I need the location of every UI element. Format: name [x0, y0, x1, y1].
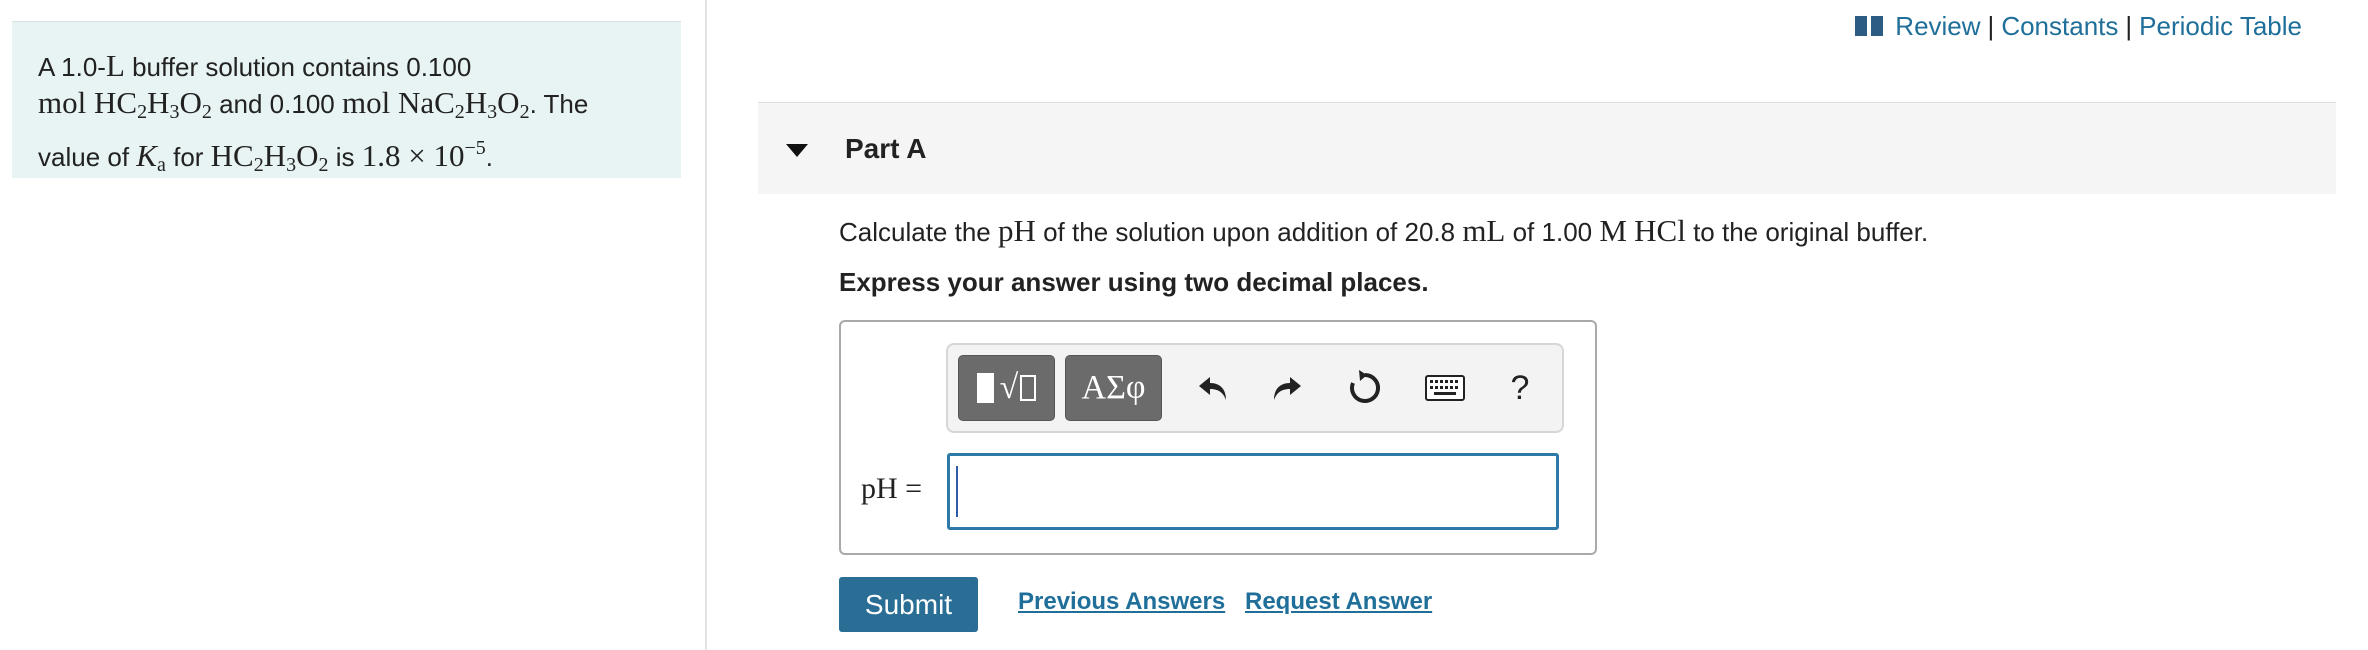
undo-icon[interactable]: [1188, 363, 1238, 413]
text-cursor: [956, 466, 958, 517]
link-separator: |: [2125, 10, 2133, 41]
reset-icon[interactable]: [1340, 363, 1390, 413]
constants-link[interactable]: Constants: [2001, 11, 2118, 42]
previous-answers-link[interactable]: Previous Answers: [1018, 588, 1225, 616]
ka-value: 1.8 × 10−5: [361, 137, 486, 173]
problem-text-part: and 0.100: [211, 89, 342, 119]
collapse-caret-icon[interactable]: [786, 144, 808, 157]
submit-button[interactable]: Submit: [839, 577, 978, 632]
request-answer-link[interactable]: Request Answer: [1245, 588, 1432, 616]
ph-label: pH =: [861, 472, 923, 505]
problem-text-part: for: [165, 142, 211, 172]
answer-instruction: Express your answer using two decimal pl…: [839, 267, 1429, 297]
problem-statement-panel: A 1.0-L buffer solution contains 0.100 m…: [12, 21, 681, 178]
template-box-icon: [1020, 375, 1037, 401]
book-icon: [1855, 16, 1884, 36]
math-toolbar: √ ΑΣφ ?: [946, 343, 1564, 433]
redo-icon[interactable]: [1262, 363, 1312, 413]
keyboard-icon[interactable]: [1420, 363, 1470, 413]
liter-unit: L: [105, 48, 125, 83]
problem-text-part: A 1.0-: [38, 52, 106, 82]
resource-links: Review | Constants | Periodic Table: [1855, 10, 2302, 42]
problem-text-part: .: [485, 142, 494, 172]
periodic-table-link[interactable]: Periodic Table: [2139, 11, 2302, 42]
column-divider: [705, 0, 707, 650]
problem-text-part: is: [328, 142, 362, 172]
salt-formula: mol NaC2H3O2: [341, 85, 530, 123]
ka-symbol: Ka: [136, 138, 166, 176]
square-root-icon: √: [999, 369, 1019, 406]
review-link[interactable]: Review: [1895, 11, 1980, 42]
part-a-header[interactable]: Part A: [758, 102, 2336, 194]
ph-answer-input[interactable]: [947, 453, 1559, 530]
greek-symbols-button[interactable]: ΑΣφ: [1065, 355, 1162, 421]
question-text: Calculate the pH of the solution upon ad…: [839, 213, 1929, 248]
problem-text-part: value of: [38, 142, 137, 172]
help-icon[interactable]: ?: [1495, 363, 1545, 413]
template-block-icon: [976, 373, 994, 403]
problem-text-part: . The: [529, 89, 589, 119]
part-title: Part A: [845, 133, 927, 164]
templates-button[interactable]: √: [958, 355, 1055, 421]
problem-text-part: buffer solution contains 0.100: [124, 52, 472, 82]
acid-formula: mol HC2H3O2: [38, 85, 212, 123]
problem-text: A 1.0-L buffer solution contains 0.100 m…: [38, 48, 658, 183]
answer-area: √ ΑΣφ ? pH =: [839, 320, 1597, 555]
acid-formula-2: HC2H3O2: [210, 138, 329, 176]
link-separator: |: [1987, 10, 1995, 41]
